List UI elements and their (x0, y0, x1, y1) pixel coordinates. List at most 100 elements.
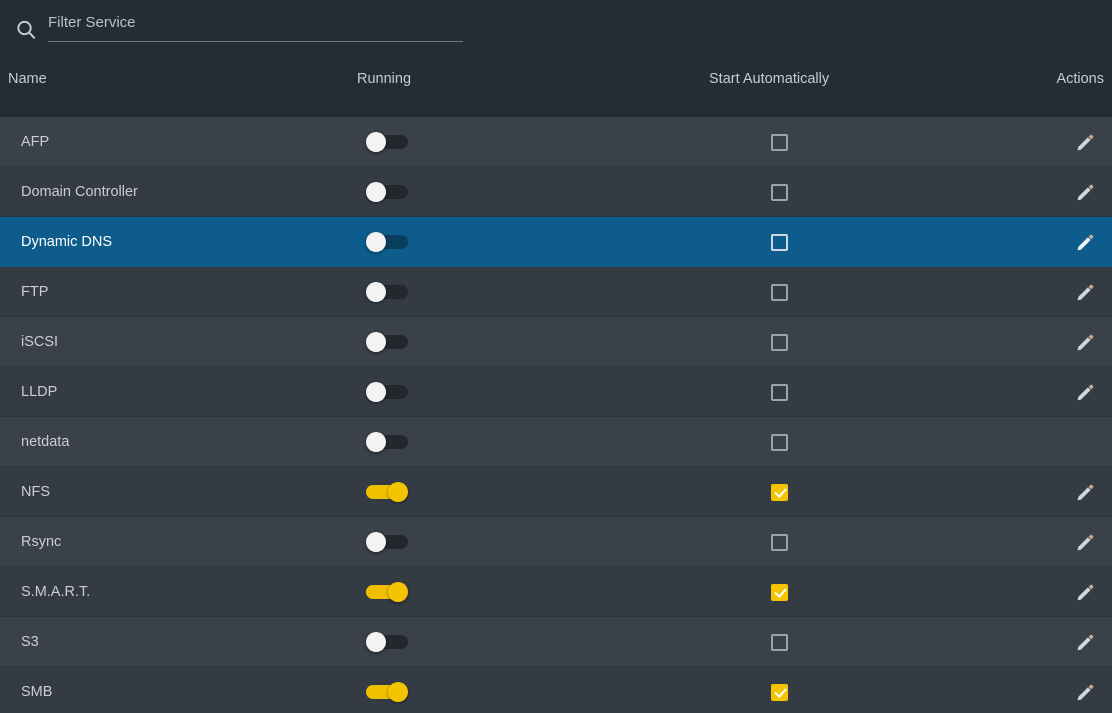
actions-cell (1072, 317, 1098, 367)
running-toggle[interactable] (366, 482, 410, 502)
running-toggle[interactable] (366, 532, 410, 552)
service-name-label: AFP (21, 117, 49, 167)
edit-button[interactable] (1072, 529, 1098, 555)
column-header-actions: Actions (1056, 71, 1104, 87)
running-cell (366, 517, 410, 567)
start-automatically-cell (771, 567, 788, 617)
start-automatically-checkbox[interactable] (771, 484, 788, 501)
table-row[interactable]: iSCSI (0, 317, 1112, 367)
start-automatically-checkbox[interactable] (771, 384, 788, 401)
pencil-icon (1074, 481, 1096, 503)
edit-button[interactable] (1072, 679, 1098, 705)
running-cell (366, 617, 410, 667)
toggle-thumb (388, 482, 408, 502)
start-automatically-checkbox[interactable] (771, 284, 788, 301)
running-toggle[interactable] (366, 432, 410, 452)
toggle-thumb (366, 232, 386, 252)
running-toggle[interactable] (366, 182, 410, 202)
toggle-thumb (366, 132, 386, 152)
table-row[interactable]: Rsync (0, 517, 1112, 567)
actions-cell (1072, 267, 1098, 317)
table-row[interactable]: FTP (0, 267, 1112, 317)
running-cell (366, 667, 410, 713)
pencil-icon (1074, 131, 1096, 153)
running-toggle[interactable] (366, 582, 410, 602)
service-name-label: iSCSI (21, 317, 58, 367)
running-cell (366, 417, 410, 467)
edit-button[interactable] (1072, 479, 1098, 505)
start-automatically-checkbox[interactable] (771, 634, 788, 651)
services-table-body: AFP Domain Controller Dynamic DNS FTP iS… (0, 117, 1112, 713)
service-name-label: netdata (21, 417, 69, 467)
start-automatically-checkbox[interactable] (771, 134, 788, 151)
service-name-label: S.M.A.R.T. (21, 567, 90, 617)
edit-button[interactable] (1072, 629, 1098, 655)
running-toggle[interactable] (366, 282, 410, 302)
start-automatically-cell (771, 417, 788, 467)
actions-cell (1072, 617, 1098, 667)
start-automatically-checkbox[interactable] (771, 434, 788, 451)
start-automatically-cell (771, 617, 788, 667)
start-automatically-checkbox[interactable] (771, 684, 788, 701)
start-automatically-cell (771, 367, 788, 417)
filter-bar (0, 0, 1112, 57)
start-automatically-checkbox[interactable] (771, 584, 788, 601)
start-automatically-cell (771, 667, 788, 713)
actions-cell (1072, 367, 1098, 417)
table-row[interactable]: LLDP (0, 367, 1112, 417)
search-input[interactable] (48, 12, 463, 42)
actions-cell (1072, 167, 1098, 217)
running-toggle[interactable] (366, 682, 410, 702)
running-toggle[interactable] (366, 632, 410, 652)
service-name-label: Domain Controller (21, 167, 138, 217)
running-cell (366, 367, 410, 417)
toggle-thumb (388, 682, 408, 702)
actions-cell (1072, 217, 1098, 267)
pencil-icon (1074, 281, 1096, 303)
start-automatically-checkbox[interactable] (771, 334, 788, 351)
running-toggle[interactable] (366, 132, 410, 152)
service-name-label: Rsync (21, 517, 61, 567)
table-row[interactable]: SMB (0, 667, 1112, 713)
actions-cell (1072, 567, 1098, 617)
start-automatically-cell (771, 267, 788, 317)
running-toggle[interactable] (366, 332, 410, 352)
table-row[interactable]: Dynamic DNS (0, 217, 1112, 267)
edit-button[interactable] (1072, 229, 1098, 255)
running-cell (366, 117, 410, 167)
toggle-thumb (366, 332, 386, 352)
edit-button[interactable] (1072, 279, 1098, 305)
pencil-icon (1074, 581, 1096, 603)
table-row[interactable]: Domain Controller (0, 167, 1112, 217)
edit-button[interactable] (1072, 379, 1098, 405)
table-row[interactable]: S3 (0, 617, 1112, 667)
table-header-row: Name Running Start Automatically Actions (0, 57, 1112, 117)
actions-cell (1072, 667, 1098, 713)
pencil-icon (1074, 181, 1096, 203)
column-header-start-automatically[interactable]: Start Automatically (709, 71, 829, 87)
edit-button[interactable] (1072, 329, 1098, 355)
table-row[interactable]: netdata (0, 417, 1112, 467)
start-automatically-checkbox[interactable] (771, 534, 788, 551)
toggle-thumb (388, 582, 408, 602)
start-automatically-checkbox[interactable] (771, 234, 788, 251)
edit-button[interactable] (1072, 579, 1098, 605)
running-cell (366, 317, 410, 367)
running-toggle[interactable] (366, 382, 410, 402)
pencil-icon (1074, 531, 1096, 553)
table-row[interactable]: NFS (0, 467, 1112, 517)
start-automatically-cell (771, 217, 788, 267)
service-name-label: SMB (21, 667, 52, 713)
column-header-running[interactable]: Running (357, 71, 411, 87)
table-row[interactable]: S.M.A.R.T. (0, 567, 1112, 617)
start-automatically-cell (771, 517, 788, 567)
start-automatically-checkbox[interactable] (771, 184, 788, 201)
table-row[interactable]: AFP (0, 117, 1112, 167)
edit-button[interactable] (1072, 179, 1098, 205)
running-cell (366, 217, 410, 267)
service-name-label: S3 (21, 617, 39, 667)
column-header-name[interactable]: Name (8, 71, 47, 87)
edit-button[interactable] (1072, 129, 1098, 155)
filter-field (48, 12, 463, 46)
running-toggle[interactable] (366, 232, 410, 252)
